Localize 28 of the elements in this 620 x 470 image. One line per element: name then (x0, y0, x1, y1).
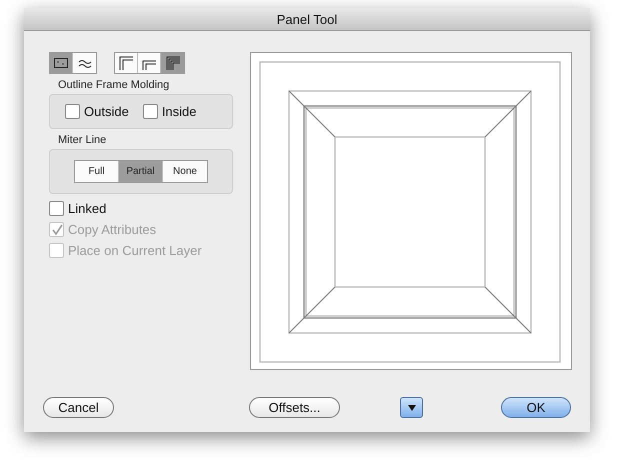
checkbox-label: Copy Attributes (68, 222, 156, 237)
push-button[interactable]: Cancel (43, 397, 114, 418)
push-button[interactable]: OK (501, 397, 571, 418)
disclosure-button[interactable] (400, 397, 423, 418)
segment-button[interactable]: Partial (119, 161, 163, 182)
corner-button[interactable] (138, 53, 161, 73)
checkbox-label: Linked (68, 201, 106, 216)
rectangle-icon (54, 58, 68, 68)
checkbox[interactable] (65, 104, 80, 119)
segment-button[interactable]: Full (75, 161, 119, 182)
checkbox[interactable] (142, 104, 158, 119)
window-title: Panel Tool (276, 12, 338, 26)
checkbox-label: Inside (162, 104, 197, 119)
wave-icon (78, 58, 92, 68)
checkbox[interactable] (49, 201, 64, 216)
down-triangle-icon (408, 404, 416, 410)
mode-button[interactable] (73, 53, 96, 73)
corner-icon (166, 56, 180, 70)
group-label: Outline Frame Molding (58, 79, 170, 91)
segment-button[interactable]: None (163, 161, 207, 182)
group-label: Miter Line (58, 134, 108, 146)
checkbox-label: Outside (84, 104, 129, 119)
checkbox-label: Place on Current Layer (68, 243, 202, 258)
corner-button[interactable] (115, 53, 138, 73)
mode-button[interactable] (50, 53, 73, 73)
corner-icon (119, 56, 133, 70)
push-button[interactable]: Offsets... (249, 397, 340, 418)
corner-button[interactable] (161, 53, 184, 73)
